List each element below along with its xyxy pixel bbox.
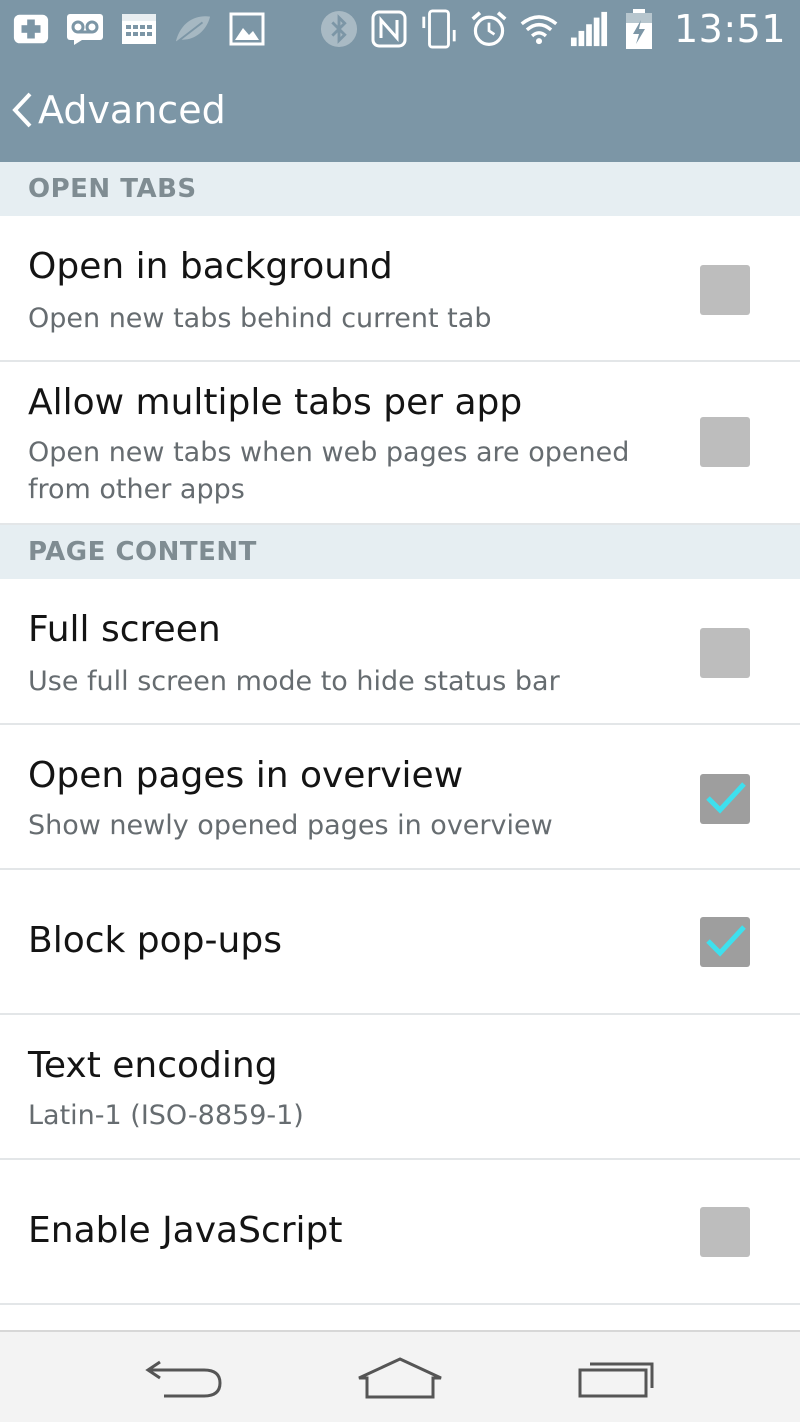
notification-icons (12, 10, 266, 48)
alarm-icon (470, 10, 508, 48)
checkbox-allow-multiple-tabs[interactable] (700, 417, 750, 467)
signal-icon (570, 10, 608, 48)
setting-full-screen[interactable]: Full screen Use full screen mode to hide… (0, 579, 800, 725)
setting-enable-javascript[interactable]: Enable JavaScript (0, 1160, 800, 1305)
back-icon[interactable] (134, 1350, 234, 1406)
chevron-left-icon[interactable] (4, 80, 40, 140)
setting-summary: Latin-1 (ISO-8859-1) (28, 1100, 304, 1131)
voicemail-icon (66, 10, 104, 48)
action-bar: Advanced (0, 58, 800, 162)
checkmark-icon (706, 925, 746, 957)
settings-list: OPEN TABS Open in background Open new ta… (0, 162, 800, 1305)
checkbox-block-popups[interactable] (700, 917, 750, 967)
setting-summary: Use full screen mode to hide status bar (28, 666, 560, 697)
setting-title: Open pages in overview (28, 755, 464, 796)
setting-allow-multiple-tabs[interactable]: Allow multiple tabs per app Open new tab… (0, 362, 800, 525)
battery-charging-icon (620, 9, 658, 49)
setting-title: Full screen (28, 609, 221, 650)
calendar-icon (120, 10, 158, 48)
setting-open-pages-in-overview[interactable]: Open pages in overview Show newly opened… (0, 725, 800, 870)
nfc-icon (370, 10, 408, 48)
setting-open-in-background[interactable]: Open in background Open new tabs behind … (0, 216, 800, 362)
wifi-icon (520, 10, 558, 48)
setting-title: Text encoding (28, 1045, 278, 1086)
home-icon[interactable] (350, 1350, 450, 1406)
checkbox-enable-javascript[interactable] (700, 1207, 750, 1257)
setting-title: Allow multiple tabs per app (28, 382, 523, 423)
setting-text-encoding[interactable]: Text encoding Latin-1 (ISO-8859-1) (0, 1015, 800, 1160)
recent-apps-icon[interactable] (566, 1350, 666, 1406)
leaf-icon (174, 10, 212, 48)
add-icon (12, 10, 50, 48)
checkbox-open-pages-in-overview[interactable] (700, 774, 750, 824)
setting-summary: Show newly opened pages in overview (28, 810, 553, 841)
checkmark-icon (706, 782, 746, 814)
setting-title: Open in background (28, 246, 393, 287)
bluetooth-icon (320, 10, 358, 48)
setting-summary: Open new tabs behind current tab (28, 303, 492, 334)
setting-title: Enable JavaScript (28, 1210, 343, 1251)
setting-summary-line2: from other apps (28, 474, 245, 505)
setting-summary-line1: Open new tabs when web pages are opened (28, 437, 630, 468)
setting-title: Block pop-ups (28, 920, 282, 961)
image-icon (228, 10, 266, 48)
navigation-bar (0, 1330, 800, 1422)
clock: 13:51 (673, 7, 786, 51)
section-header-page-content: PAGE CONTENT (0, 525, 800, 579)
section-header-open-tabs: OPEN TABS (0, 162, 800, 216)
setting-block-popups[interactable]: Block pop-ups (0, 870, 800, 1015)
page-title[interactable]: Advanced (38, 88, 226, 132)
checkbox-full-screen[interactable] (700, 628, 750, 678)
vibrate-icon (420, 9, 458, 49)
system-icons: 13:51 (320, 6, 786, 52)
checkbox-open-in-background[interactable] (700, 265, 750, 315)
status-bar: 13:51 (0, 0, 800, 58)
